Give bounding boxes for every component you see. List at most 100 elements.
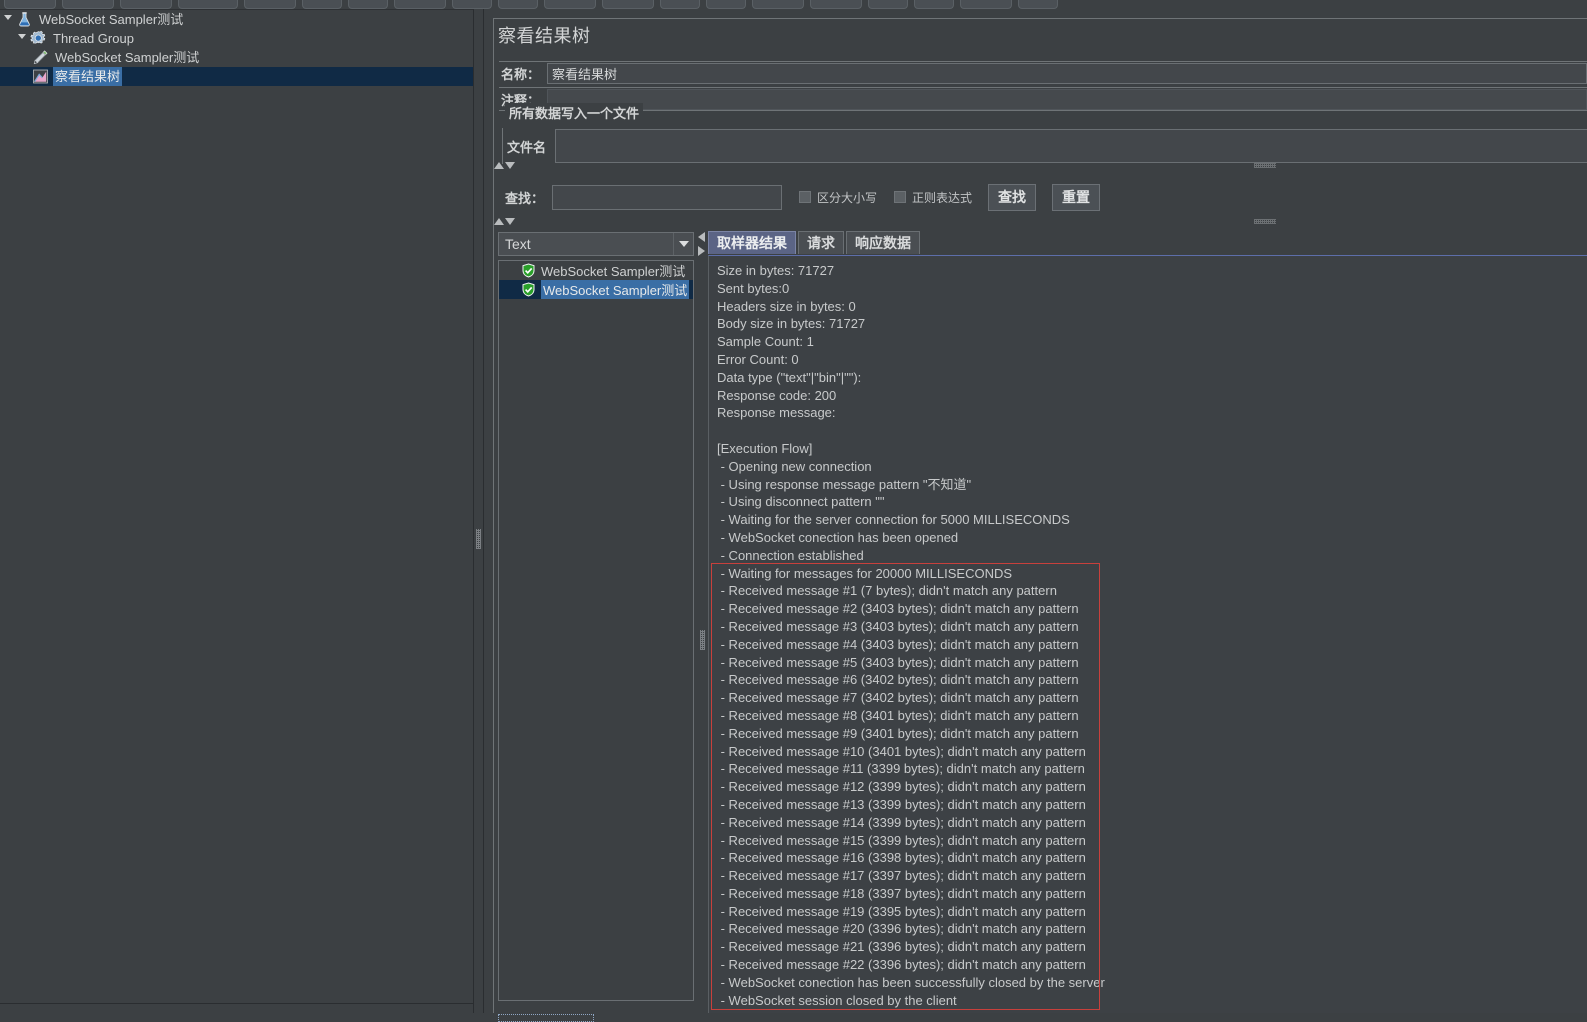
list-item-label: WebSocket Sampler测试 xyxy=(541,280,690,299)
result-line: - Received message #10 (3401 bytes); did… xyxy=(717,743,1086,759)
result-line: Headers size in bytes: 0 xyxy=(717,298,856,314)
result-line: - Received message #16 (3398 bytes); did… xyxy=(717,850,1086,866)
toolbar-button-clear[interactable] xyxy=(752,0,804,9)
tree-item-websocket-sampler[interactable]: WebSocket Sampler测试 xyxy=(0,48,473,67)
list-item[interactable]: WebSocket Sampler测试 xyxy=(499,261,693,280)
case-sensitive-checkbox[interactable] xyxy=(799,191,812,203)
tree-panel-bottom-edge xyxy=(0,1003,474,1004)
result-line: Response code: 200 xyxy=(717,387,837,403)
name-input[interactable] xyxy=(547,63,1587,84)
toolbar-button-open[interactable] xyxy=(62,0,114,9)
filename-input-wrapper[interactable] xyxy=(555,129,1587,163)
regex-label: 正则表达式 xyxy=(912,190,973,205)
result-line: Sample Count: 1 xyxy=(717,334,814,350)
result-line: - Waiting for messages for 20000 MILLISE… xyxy=(717,565,1013,581)
toolbar-button-help[interactable] xyxy=(1018,0,1058,9)
toolbar-button-shutdown[interactable] xyxy=(706,0,746,9)
result-line: - Received message #1 (7 bytes); didn't … xyxy=(717,583,1057,599)
splitter-down-arrow[interactable] xyxy=(505,218,515,225)
toolbar-button-collapse[interactable] xyxy=(452,0,492,9)
result-tabs: 取样器结果 请求 响应数据 xyxy=(708,231,922,255)
result-line: - Received message #12 (3399 bytes); did… xyxy=(717,779,1086,795)
tab-sampler-result[interactable]: 取样器结果 xyxy=(708,231,796,254)
success-shield-icon xyxy=(521,263,536,278)
result-line: Data type ("text"|"bin"|""): xyxy=(717,369,862,385)
results-inner-splitter[interactable] xyxy=(697,230,708,1013)
result-line: - Opening new connection xyxy=(717,458,872,474)
sampler-result-text[interactable]: Size in bytes: 71727 Sent bytes:0 Headers … xyxy=(717,262,1587,1013)
result-line: - Received message #7 (3402 bytes); didn… xyxy=(717,690,1079,706)
toolbar-button-search[interactable] xyxy=(868,0,908,9)
result-line: - Received message #14 (3399 bytes); did… xyxy=(717,814,1086,830)
list-item-label: WebSocket Sampler测试 xyxy=(541,264,686,279)
renderer-select[interactable]: Text xyxy=(498,232,694,256)
case-sensitive-checkbox-wrap[interactable]: 区分大小写 xyxy=(799,189,877,206)
splitter-right-arrow[interactable] xyxy=(698,246,705,256)
tree-item-test-plan[interactable]: WebSocket Sampler测试 xyxy=(0,10,473,29)
result-line: - Using response message pattern "不知道" xyxy=(717,476,972,492)
toolbar-button-start-no-timers[interactable] xyxy=(602,0,654,9)
toolbar-button-stop[interactable] xyxy=(660,0,700,9)
tree-item-thread-group[interactable]: Thread Group xyxy=(0,29,473,48)
splitter-grip[interactable] xyxy=(700,630,705,650)
chevron-down-icon[interactable] xyxy=(18,34,27,43)
splitter-up-arrow[interactable] xyxy=(494,218,504,225)
search-label: 查找： xyxy=(505,190,545,206)
test-plan-tree[interactable]: WebSocket Sampler测试 Thread Group WebSock xyxy=(0,9,474,1013)
name-label: 名称： xyxy=(501,67,541,82)
tab-request[interactable]: 请求 xyxy=(798,231,844,254)
result-line: - Received message #4 (3403 bytes); didn… xyxy=(717,636,1079,652)
page-title: 察看结果树 xyxy=(498,26,591,46)
search-bar: 查找： 区分大小写 正则表达式 查找 重置 xyxy=(495,178,1587,216)
tree-item-label: Thread Group xyxy=(53,31,134,46)
comment-input[interactable] xyxy=(547,89,1587,110)
toolbar-button-function-helper[interactable] xyxy=(960,0,1012,9)
regex-checkbox-wrap[interactable]: 正则表达式 xyxy=(894,189,972,206)
result-line: - Received message #22 (3396 bytes); did… xyxy=(717,957,1086,973)
result-line: [Execution Flow] xyxy=(717,440,813,456)
toolbar-button-paste[interactable] xyxy=(348,0,388,9)
toolbar-button-toggle[interactable] xyxy=(498,0,538,9)
result-line: - WebSocket session closed by the client xyxy=(717,992,957,1008)
filename-input[interactable] xyxy=(556,130,1587,162)
toolbar-button-start[interactable] xyxy=(544,0,596,9)
result-line: - Waiting for the server connection for … xyxy=(717,512,1070,528)
splitter-grip[interactable] xyxy=(1254,163,1276,168)
sample-result-list[interactable]: WebSocket Sampler测试 WebSocket Sampler测试 xyxy=(498,260,694,1001)
toolbar-button-copy[interactable] xyxy=(302,0,342,9)
result-line xyxy=(717,422,1587,440)
result-line: - Received message #3 (3403 bytes); didn… xyxy=(717,618,1079,634)
splitter-up-arrow[interactable] xyxy=(494,162,504,169)
chevron-down-icon[interactable] xyxy=(4,15,13,24)
renderer-selected-value: Text xyxy=(505,236,531,252)
toolbar-button-reset-search[interactable] xyxy=(914,0,954,9)
splitter-grip[interactable] xyxy=(1254,219,1276,224)
flask-icon xyxy=(16,11,33,28)
toolbar-button-save-as[interactable] xyxy=(178,0,238,9)
search-input[interactable] xyxy=(552,184,783,210)
splitter-down-arrow[interactable] xyxy=(505,162,515,169)
tree-item-view-results-tree[interactable]: 察看结果树 xyxy=(0,67,473,86)
toolbar-button-new[interactable] xyxy=(4,0,56,9)
toolbar-button-expand[interactable] xyxy=(394,0,446,9)
jmeter-window: WebSocket Sampler测试 Thread Group WebSock xyxy=(0,0,1587,1022)
horizontal-splitter-bottom[interactable] xyxy=(494,216,1587,227)
result-line: - Received message #21 (3396 bytes); did… xyxy=(717,939,1086,955)
result-line: - Received message #11 (3399 bytes); did… xyxy=(717,761,1085,777)
splitter-grip[interactable] xyxy=(476,529,481,549)
reset-button[interactable]: 重置 xyxy=(1052,183,1101,211)
result-line: Sent bytes:0 xyxy=(717,280,790,296)
tab-content-sampler-result[interactable]: Size in bytes: 71727 Sent bytes:0 Headers … xyxy=(708,255,1587,1013)
tab-response-data[interactable]: 响应数据 xyxy=(846,231,920,254)
splitter-left-arrow[interactable] xyxy=(698,232,705,242)
main-vertical-splitter[interactable] xyxy=(474,9,484,1013)
find-button[interactable]: 查找 xyxy=(988,183,1037,211)
toolbar-button-save[interactable] xyxy=(120,0,172,9)
result-line: - Received message #5 (3403 bytes); didn… xyxy=(717,654,1079,670)
toolbar-button-cut[interactable] xyxy=(244,0,296,9)
list-item[interactable]: WebSocket Sampler测试 xyxy=(499,280,693,299)
horizontal-splitter-top[interactable] xyxy=(494,160,1587,171)
regex-checkbox[interactable] xyxy=(894,191,907,203)
chevron-down-icon[interactable] xyxy=(673,233,693,255)
toolbar-button-clear-all[interactable] xyxy=(810,0,862,9)
